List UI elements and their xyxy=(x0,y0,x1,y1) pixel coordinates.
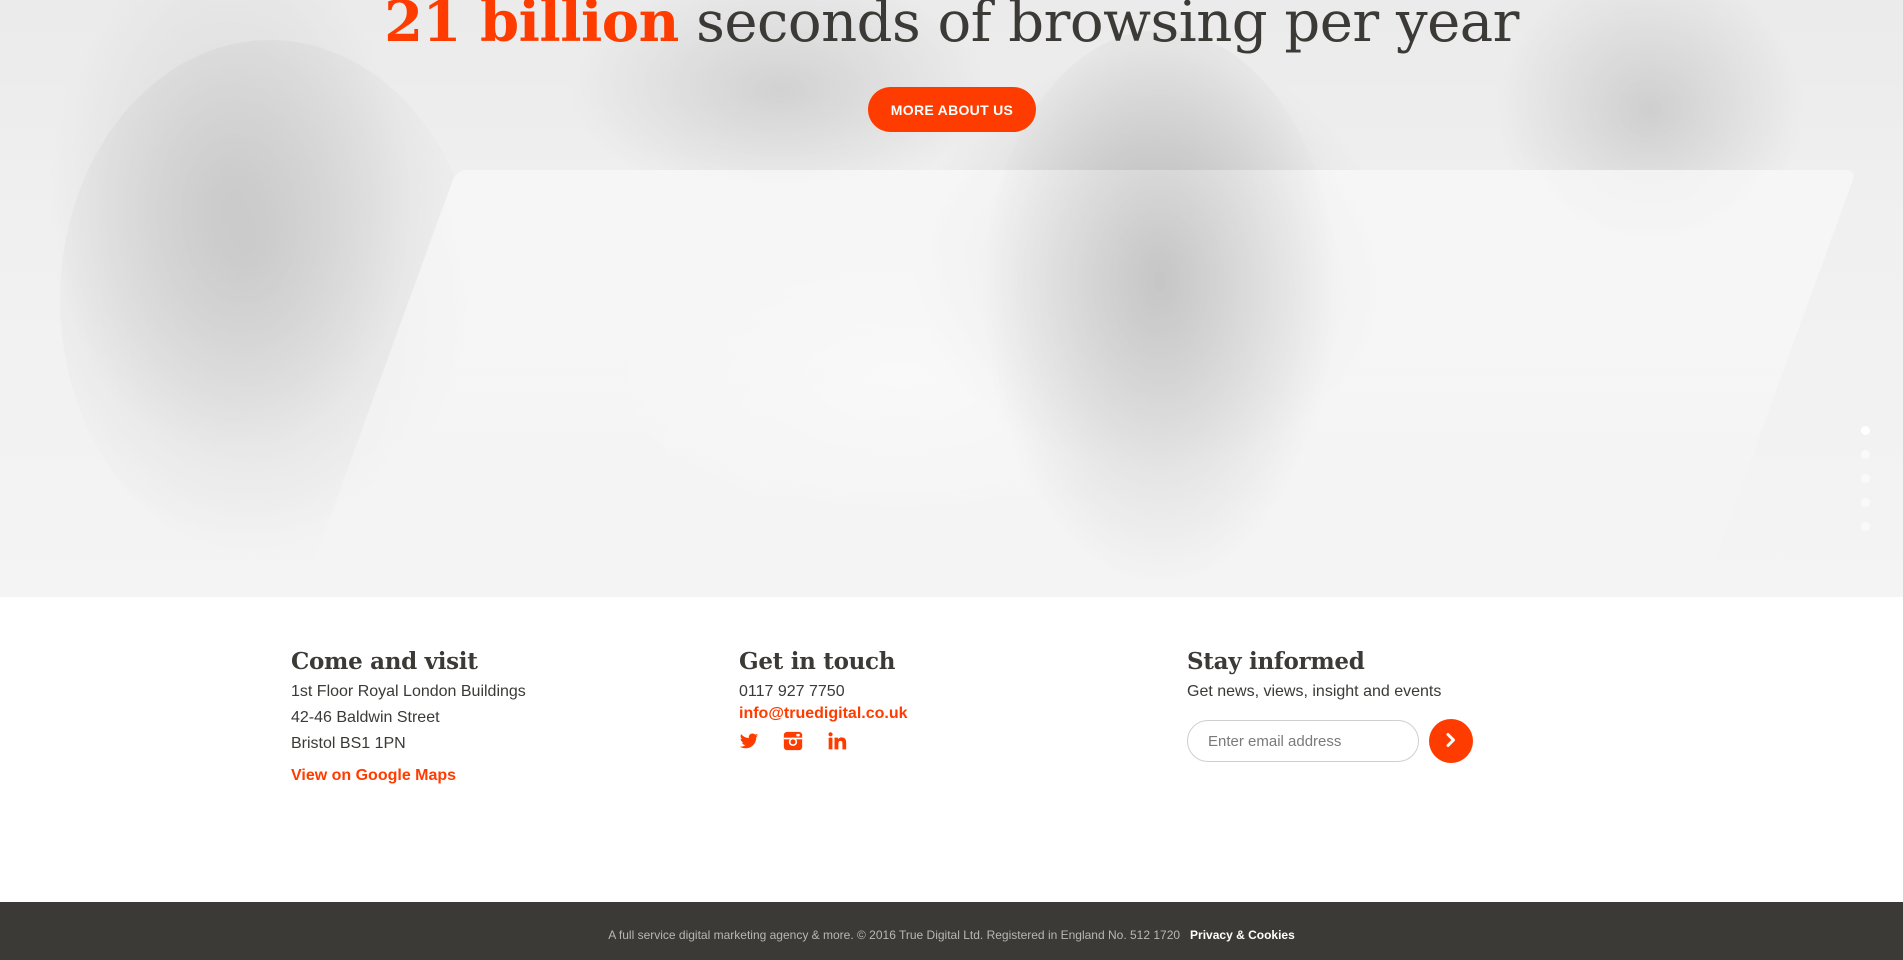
slider-dot[interactable] xyxy=(1861,522,1870,531)
headline-rest: seconds of browsing per year xyxy=(678,0,1519,55)
hero-section: 21 billion seconds of browsing per year … xyxy=(0,0,1903,597)
social-links xyxy=(739,731,908,751)
newsletter-column: Stay informed Get news, views, insight a… xyxy=(1187,645,1473,763)
slider-dot[interactable] xyxy=(1861,450,1870,459)
headline-accent: 21 billion xyxy=(384,0,679,55)
more-about-us-button[interactable]: MORE ABOUT US xyxy=(868,87,1036,132)
newsletter-form xyxy=(1187,719,1473,763)
linkedin-icon[interactable] xyxy=(827,731,847,751)
footer-bar: A full service digital marketing agency … xyxy=(0,902,1903,960)
footer-info-section: Come and visit 1st Floor Royal London Bu… xyxy=(0,597,1903,902)
contact-column: Get in touch 0117 927 7750 info@truedigi… xyxy=(739,645,908,751)
contact-title: Get in touch xyxy=(739,648,896,675)
newsletter-title: Stay informed xyxy=(1187,648,1365,675)
privacy-cookies-link[interactable]: Privacy & Cookies xyxy=(1190,928,1295,942)
address-line: 1st Floor Royal London Buildings xyxy=(291,683,526,700)
footer-legal: A full service digital marketing agency … xyxy=(0,902,1903,942)
legal-text: A full service digital marketing agency … xyxy=(608,928,1181,942)
email-link[interactable]: info@truedigital.co.uk xyxy=(739,705,908,722)
newsletter-description: Get news, views, insight and events xyxy=(1187,683,1442,700)
visit-title: Come and visit xyxy=(291,648,478,675)
slider-dot[interactable] xyxy=(1861,498,1870,507)
hero-headline: 21 billion seconds of browsing per year xyxy=(0,0,1903,63)
google-maps-link[interactable]: View on Google Maps xyxy=(291,767,526,785)
slider-dots xyxy=(1861,426,1871,546)
subscribe-button[interactable] xyxy=(1429,719,1473,763)
email-input[interactable] xyxy=(1187,720,1419,762)
slider-dot[interactable] xyxy=(1861,474,1870,483)
address-line: Bristol BS1 1PN xyxy=(291,735,406,752)
slider-dot[interactable] xyxy=(1861,426,1870,435)
visit-column: Come and visit 1st Floor Royal London Bu… xyxy=(291,645,526,785)
address-line: 42-46 Baldwin Street xyxy=(291,709,440,726)
chevron-right-icon xyxy=(1444,732,1458,750)
twitter-icon[interactable] xyxy=(739,731,759,751)
instagram-icon[interactable] xyxy=(783,731,803,751)
phone-number: 0117 927 7750 xyxy=(739,683,845,700)
